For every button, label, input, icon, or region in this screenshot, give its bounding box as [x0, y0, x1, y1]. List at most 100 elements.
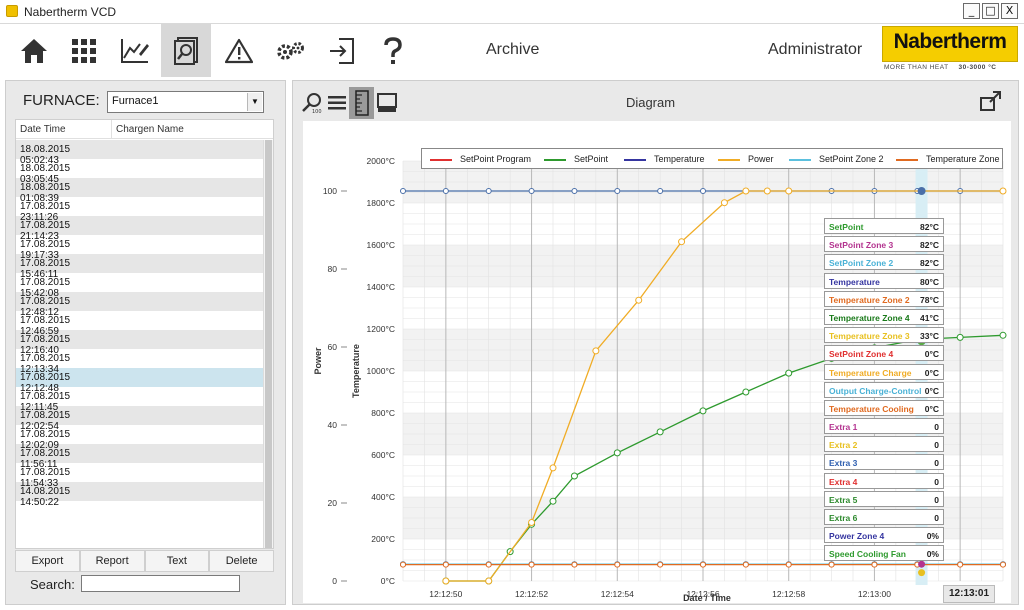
series-point [528, 519, 536, 526]
series-point [999, 331, 1007, 339]
chargen-name-cell [112, 444, 264, 463]
settings-icon[interactable] [265, 24, 315, 77]
temp-tick-label: 1800°C [367, 198, 395, 208]
series-point [720, 199, 728, 207]
home-icon[interactable] [9, 24, 59, 77]
minimize-button[interactable]: _ [963, 3, 980, 19]
series-value: 0 [934, 458, 939, 469]
cursor-value-row: Extra 6 0 [824, 508, 945, 526]
series-point [999, 187, 1007, 195]
legend-item: SetPoint [544, 154, 608, 164]
table-row[interactable]: 18.08.2015 05:02:43 [16, 140, 264, 166]
x-tick-label: 12:12:52 [515, 589, 548, 599]
legend-item: SetPoint Zone 2 [789, 154, 884, 164]
scrollbar-thumb[interactable] [265, 140, 272, 548]
table-row[interactable]: 17.08.2015 15:46:11 [16, 254, 264, 280]
report-button[interactable]: Report [79, 550, 145, 572]
x-tick-label: 12:12:50 [429, 589, 462, 599]
chargen-name-cell [112, 178, 264, 197]
series-value: 41°C [920, 312, 939, 323]
temp-tick-label: 0°C [381, 576, 395, 586]
series-value: 0% [926, 549, 939, 560]
table-row[interactable]: 18.08.2015 01:08:39 [16, 178, 264, 204]
main-toolbar: Archive Administrator Nabertherm MORE TH… [0, 24, 1024, 77]
table-row[interactable]: 17.08.2015 23:11:26 [16, 197, 264, 223]
maximize-button[interactable]: □ [982, 3, 999, 19]
series-point [678, 238, 686, 246]
table-row[interactable]: 17.08.2015 12:02:09 [16, 425, 264, 451]
export-button[interactable]: Export [15, 550, 80, 572]
chargen-name-cell [112, 463, 264, 482]
date-time-cell: 17.08.2015 12:11:45 [20, 391, 71, 413]
table-row[interactable]: 17.08.2015 12:16:40 [16, 330, 264, 356]
nabertherm-logo: Nabertherm MORE THAN HEAT 30-3000 °C [882, 26, 1020, 74]
series-point [742, 561, 749, 568]
series-name: Temperature Zone 4 [829, 312, 910, 323]
series-point [785, 561, 792, 568]
series-value: 0°C [924, 349, 939, 360]
chargen-name-cell [112, 406, 264, 425]
title-bar: Nabertherm VCD _ □ X [0, 0, 1024, 24]
scrollbar[interactable] [263, 140, 273, 548]
text-button[interactable]: Text [144, 550, 210, 572]
date-time-cell: 17.08.2015 11:56:11 [20, 448, 71, 470]
series-value: 0 [934, 476, 939, 487]
date-time-cell: 17.08.2015 12:46:59 [20, 315, 71, 337]
chargen-name-cell [112, 273, 264, 292]
table-row[interactable]: 17.08.2015 21:14:23 [16, 216, 264, 242]
column-header-chargen-name[interactable]: Chargen Name [112, 120, 273, 138]
chargen-name-cell [112, 425, 264, 444]
furnace-label: FURNACE: [23, 92, 100, 109]
series-point [613, 449, 621, 457]
date-time-cell: 17.08.2015 15:42:08 [20, 277, 71, 299]
warning-icon[interactable] [214, 24, 264, 77]
chevron-down-icon[interactable]: ▼ [247, 93, 262, 111]
archive-search-icon[interactable] [161, 24, 211, 77]
app-icon [6, 5, 18, 17]
date-time-cell: 17.08.2015 12:13:34 [20, 353, 71, 375]
series-point [549, 497, 557, 505]
series-value: 0°C [924, 385, 939, 396]
table-row[interactable]: 17.08.2015 19:17:33 [16, 235, 264, 261]
action-bar: Export Report Text Delete [15, 550, 274, 572]
archive-list-panel: FURNACE: Furnace1 ▼ Date Time Chargen Na… [5, 80, 286, 605]
table-row[interactable]: 17.08.2015 12:48:12 [16, 292, 264, 318]
table-row[interactable]: 17.08.2015 12:13:34 [16, 349, 264, 375]
series-name: Temperature Charge [829, 367, 912, 378]
series-value: 33°C [920, 331, 939, 342]
series-point [742, 388, 750, 396]
chargen-name-cell [112, 140, 264, 159]
x-axis-title: Date / Time [683, 593, 731, 603]
column-header-date-time[interactable]: Date Time [16, 120, 112, 138]
y-axis-title-power: Power [313, 347, 323, 375]
grid-icon[interactable] [59, 24, 109, 77]
temp-tick-label: 2000°C [367, 156, 395, 166]
close-button[interactable]: X [1001, 3, 1018, 19]
series-value: 0 [934, 513, 939, 523]
table-row[interactable]: 17.08.2015 12:02:54 [16, 406, 264, 432]
table-row[interactable]: 17.08.2015 11:54:33 [16, 463, 264, 489]
expand-icon[interactable] [980, 91, 1002, 116]
series-point [635, 296, 643, 304]
table-row[interactable]: 17.08.2015 12:11:45 [16, 387, 264, 413]
table-row[interactable]: 17.08.2015 12:12:48 [16, 368, 264, 394]
chart-edit-icon[interactable] [110, 24, 160, 77]
series-value: 78°C [920, 294, 939, 305]
search-input[interactable] [81, 575, 240, 592]
table-row[interactable]: 17.08.2015 15:42:08 [16, 273, 264, 299]
delete-button[interactable]: Delete [209, 550, 274, 572]
series-point [485, 577, 493, 585]
help-icon[interactable] [368, 24, 418, 77]
series-point [956, 333, 964, 341]
table-row[interactable]: 17.08.2015 12:46:59 [16, 311, 264, 337]
furnace-select[interactable]: Furnace1 ▼ [107, 91, 264, 113]
chargen-name-cell [112, 349, 264, 368]
date-time-cell: 17.08.2015 12:16:40 [20, 334, 71, 356]
series-name: Extra 1 [829, 422, 858, 433]
logout-icon[interactable] [317, 24, 367, 77]
table-row[interactable]: 18.08.2015 03:05:45 [16, 159, 264, 185]
table-row[interactable]: 17.08.2015 11:56:11 [16, 444, 264, 470]
power-tick-label: 0 [332, 576, 337, 586]
table-row[interactable]: 14.08.2015 14:50:22 [16, 482, 264, 508]
series-name: Temperature Zone 2 [829, 294, 910, 305]
